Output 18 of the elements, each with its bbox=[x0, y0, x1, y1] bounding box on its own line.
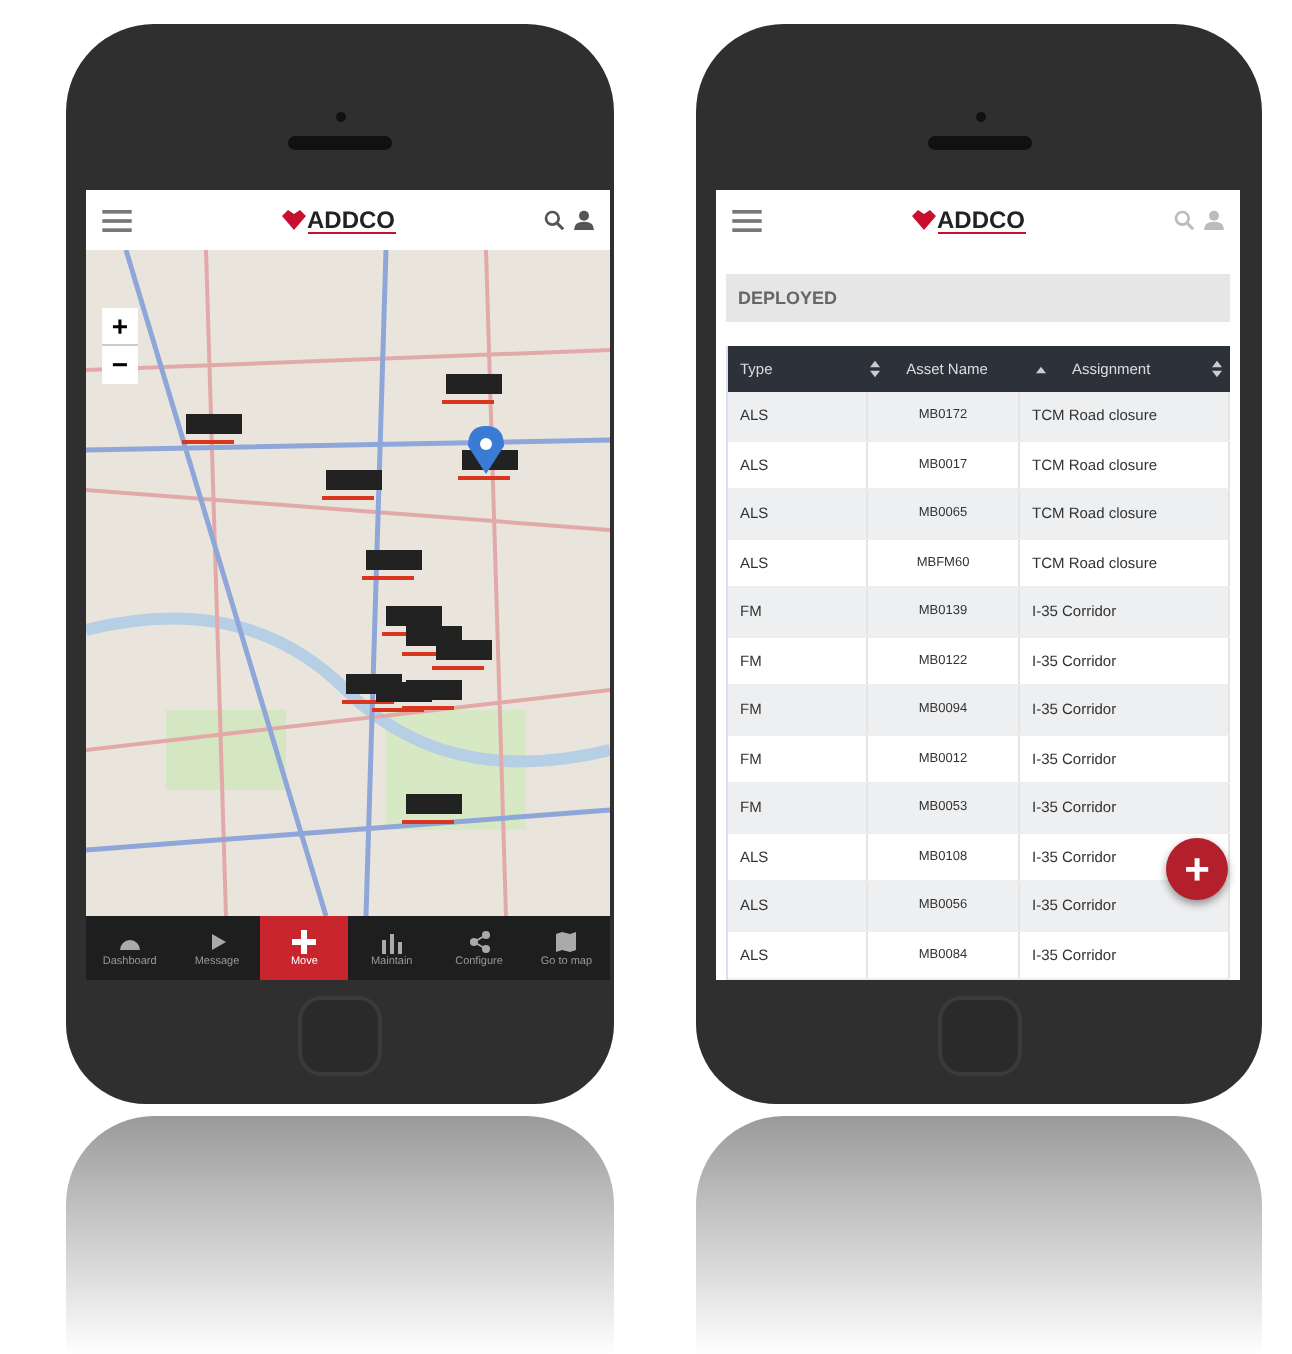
zoom-in-button[interactable]: + bbox=[102, 308, 138, 346]
search-icon[interactable] bbox=[544, 210, 564, 230]
logo-icon bbox=[281, 210, 305, 230]
speaker-grille bbox=[927, 136, 1031, 150]
user-icon[interactable] bbox=[574, 210, 594, 230]
camera-lens bbox=[336, 112, 346, 122]
logo-text: ADDCO bbox=[937, 207, 1025, 233]
logo-text: ADDCO bbox=[307, 207, 395, 233]
map-icon bbox=[554, 929, 579, 953]
camera-lens bbox=[975, 112, 985, 122]
plus-icon bbox=[292, 929, 317, 953]
menu-icon[interactable] bbox=[102, 209, 132, 231]
logo-icon bbox=[911, 210, 935, 230]
speaker-grille bbox=[288, 136, 392, 150]
menu-icon[interactable] bbox=[732, 209, 762, 231]
bar-chart-icon bbox=[379, 929, 404, 953]
section-title: DEPLOYED bbox=[726, 274, 1230, 322]
share-icon bbox=[467, 929, 492, 953]
